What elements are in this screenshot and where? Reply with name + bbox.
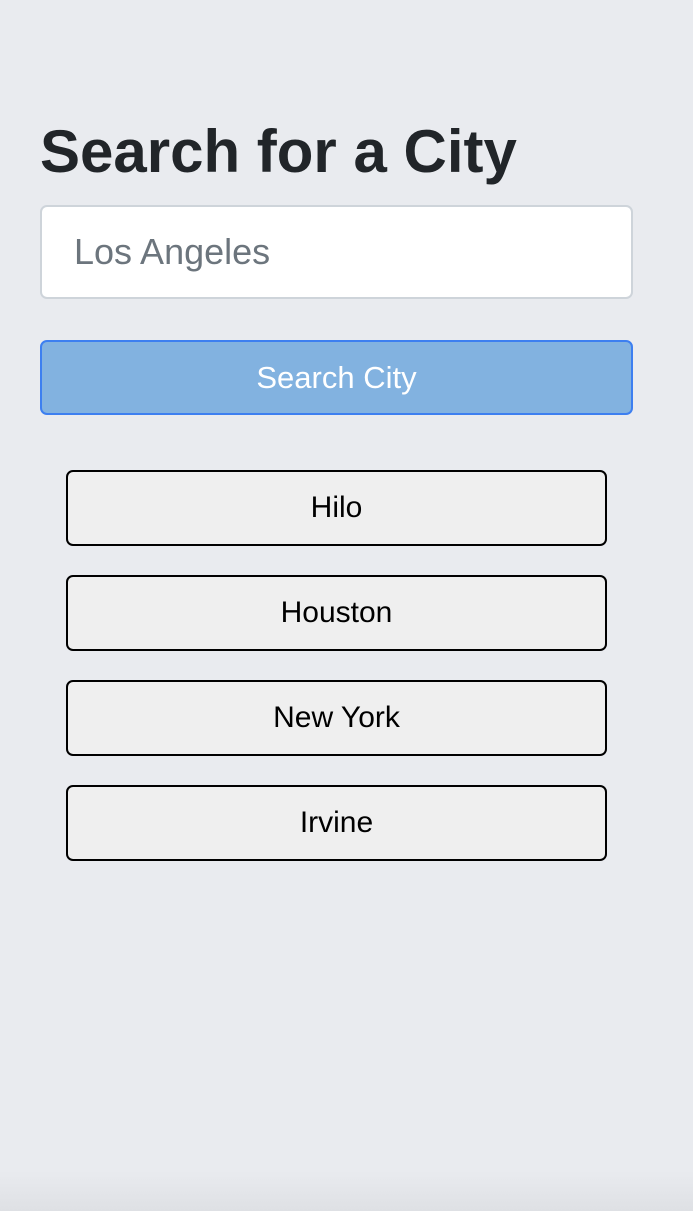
search-page: Search for a City Search City Hilo Houst… <box>0 0 693 1211</box>
city-button-irvine[interactable]: Irvine <box>66 785 607 861</box>
list-item: New York <box>66 680 607 756</box>
recent-cities-list: Hilo Houston New York Irvine <box>66 470 607 890</box>
city-button-houston[interactable]: Houston <box>66 575 607 651</box>
city-button-new-york[interactable]: New York <box>66 680 607 756</box>
search-city-button[interactable]: Search City <box>40 340 633 415</box>
page-title: Search for a City <box>40 118 517 185</box>
city-search-input[interactable] <box>40 205 633 299</box>
bottom-shadow <box>0 1171 693 1211</box>
list-item: Houston <box>66 575 607 651</box>
list-item: Irvine <box>66 785 607 861</box>
city-button-hilo[interactable]: Hilo <box>66 470 607 546</box>
list-item: Hilo <box>66 470 607 546</box>
